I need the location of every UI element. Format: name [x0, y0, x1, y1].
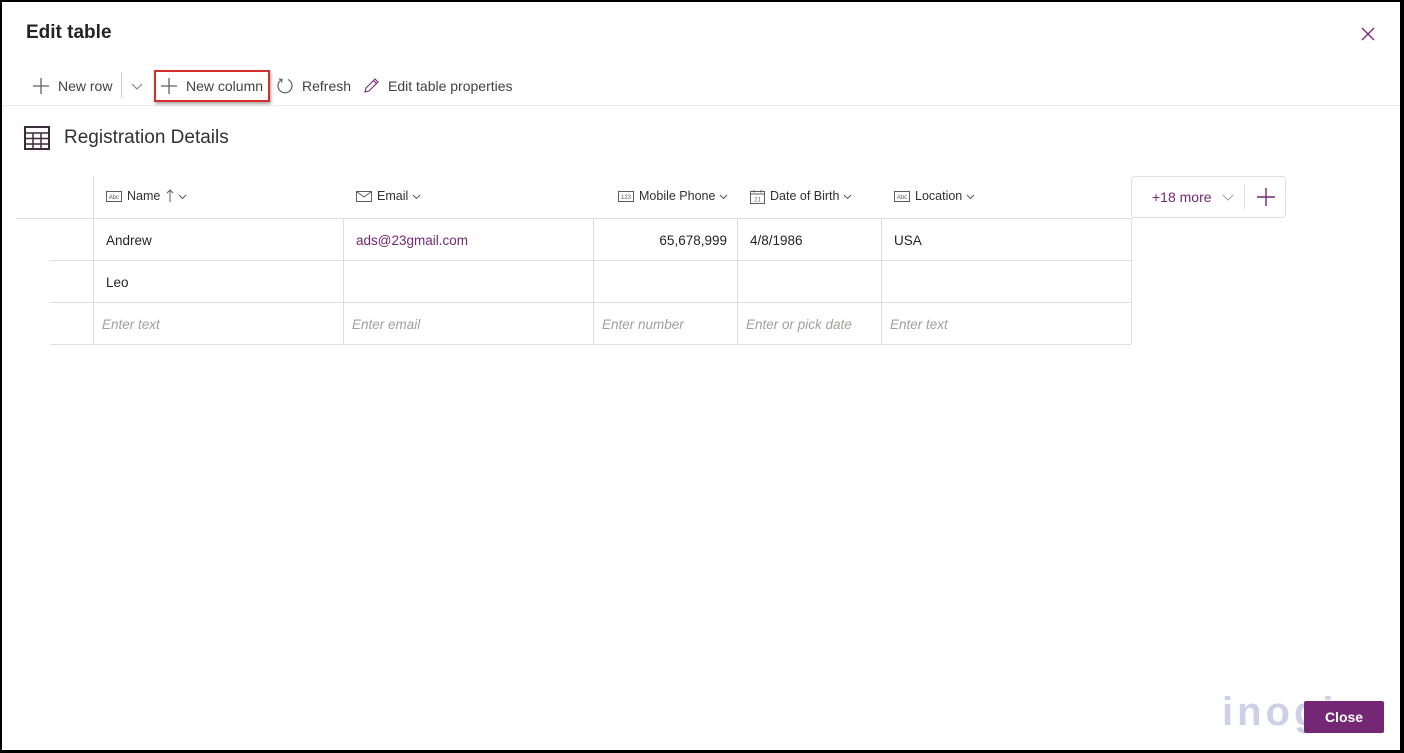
- more-columns-label: +18 more: [1152, 189, 1212, 205]
- more-divider: [1244, 185, 1245, 209]
- add-column-icon[interactable]: [1254, 185, 1278, 209]
- edit-table-dialog: Edit table New row New column Refresh Ed…: [2, 2, 1400, 750]
- new-email-input[interactable]: Enter email: [344, 303, 593, 345]
- svg-text:Abc: Abc: [109, 195, 119, 201]
- table-heading: Registration Details: [24, 126, 229, 150]
- highlight-annotation: [154, 70, 270, 102]
- table-cell[interactable]: [594, 261, 737, 303]
- edit-table-properties-button[interactable]: Edit table properties: [362, 72, 513, 100]
- chevron-down-icon: [1222, 194, 1233, 201]
- toolbar: New row New column Refresh Edit table pr…: [2, 66, 1400, 106]
- refresh-icon: [277, 78, 293, 94]
- column-header-name[interactable]: Abc Name: [106, 176, 187, 216]
- table-cell[interactable]: USA: [882, 219, 1131, 261]
- refresh-button[interactable]: Refresh: [276, 72, 351, 100]
- table-cell-email-link[interactable]: ads@23gmail.com: [344, 219, 593, 261]
- more-columns-button[interactable]: +18 more: [1152, 177, 1234, 217]
- email-type-icon: [356, 190, 372, 202]
- table-cell[interactable]: [738, 261, 881, 303]
- column-label: Location: [915, 189, 963, 203]
- table-cell[interactable]: Andrew: [94, 219, 343, 261]
- table-cell[interactable]: Leo: [94, 261, 343, 303]
- column-label: Name: [127, 189, 161, 203]
- new-row-button[interactable]: New row: [32, 72, 112, 100]
- table-icon: [24, 126, 50, 150]
- date-type-icon: 21: [750, 189, 765, 204]
- column-label: Email: [377, 189, 409, 203]
- column-header-email[interactable]: Email: [356, 176, 421, 216]
- grid-divider: [1131, 218, 1132, 344]
- plus-icon: [33, 78, 49, 94]
- chevron-down-icon: [412, 194, 421, 199]
- more-columns-panel: +18 more: [1131, 176, 1286, 218]
- column-label: Mobile Phone: [639, 189, 716, 203]
- column-label: Date of Birth: [770, 189, 840, 203]
- new-name-input[interactable]: Enter text: [94, 303, 343, 345]
- table-cell[interactable]: [882, 261, 1131, 303]
- new-date-of-birth-input[interactable]: Enter or pick date: [738, 303, 881, 345]
- chevron-down-icon: [844, 194, 852, 199]
- svg-text:Abc: Abc: [897, 195, 907, 201]
- chevron-down-icon: [178, 194, 187, 199]
- number-type-icon: 123: [618, 190, 634, 202]
- text-type-icon: Abc: [894, 190, 910, 202]
- chevron-down-icon: [966, 194, 975, 199]
- table-name: Registration Details: [64, 127, 229, 148]
- table-cell[interactable]: 4/8/1986: [738, 219, 881, 261]
- new-row-label: New row: [58, 78, 113, 94]
- sort-ascending-icon: [166, 189, 174, 202]
- text-type-icon: Abc: [106, 190, 122, 202]
- column-header-location[interactable]: Abc Location: [894, 176, 975, 216]
- refresh-label: Refresh: [302, 78, 352, 94]
- table-cell[interactable]: [344, 261, 593, 303]
- toolbar-divider: [121, 72, 122, 98]
- chevron-down-icon: [720, 194, 728, 199]
- pencil-icon: [364, 78, 379, 93]
- column-header-date-of-birth[interactable]: 21 Date of Birth: [750, 176, 852, 216]
- new-location-input[interactable]: Enter text: [882, 303, 1131, 345]
- dialog-title: Edit table: [26, 22, 112, 43]
- svg-text:123: 123: [621, 195, 632, 201]
- close-icon[interactable]: [1360, 26, 1376, 42]
- table-cell[interactable]: 65,678,999: [594, 219, 737, 261]
- column-header-mobile-phone[interactable]: 123 Mobile Phone: [618, 176, 728, 216]
- close-button[interactable]: Close: [1304, 701, 1384, 733]
- edit-properties-label: Edit table properties: [388, 78, 513, 94]
- chevron-down-icon: [131, 83, 143, 90]
- svg-text:21: 21: [754, 197, 761, 203]
- new-row-dropdown[interactable]: [130, 72, 152, 100]
- new-mobile-phone-input[interactable]: Enter number: [594, 303, 737, 345]
